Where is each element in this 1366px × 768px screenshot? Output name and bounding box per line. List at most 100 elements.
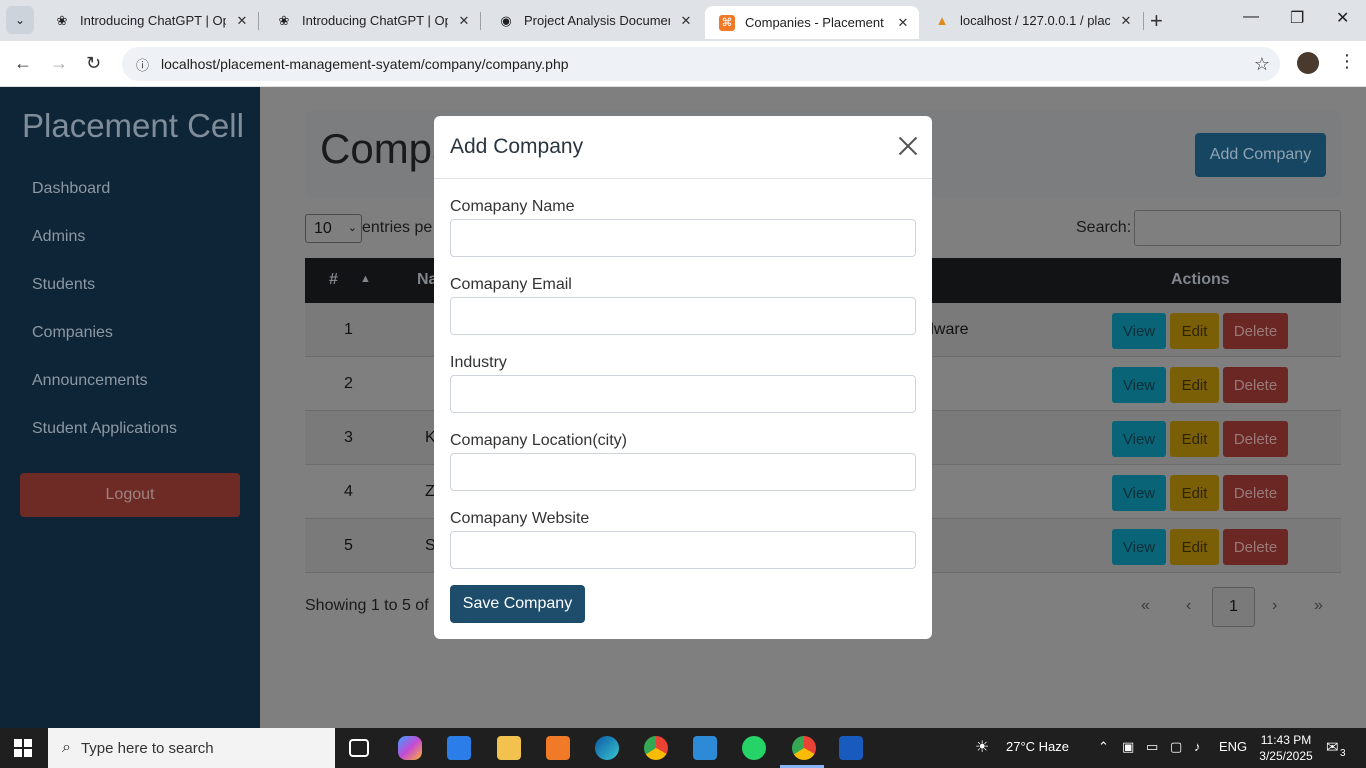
meet-icon[interactable]: ▣: [1122, 739, 1134, 755]
delete-button[interactable]: Delete: [1223, 421, 1288, 457]
edit-button[interactable]: Edit: [1170, 421, 1219, 457]
sort-icon[interactable]: ▲: [360, 273, 371, 285]
close-tab-icon[interactable]: ✕: [234, 13, 250, 29]
pager-last[interactable]: »: [1314, 597, 1323, 615]
pager-prev[interactable]: ‹: [1186, 597, 1191, 615]
sidebar-item-students[interactable]: Students: [32, 276, 95, 294]
openai-icon: ❀: [56, 12, 68, 28]
save-company-button[interactable]: Save Company: [450, 585, 585, 623]
new-tab-icon[interactable]: +: [1150, 8, 1163, 34]
network-icon[interactable]: ▢: [1170, 739, 1182, 755]
site-info-icon[interactable]: ⓘ: [136, 55, 149, 74]
browser-tab-5[interactable]: ▲ localhost / 127.0.0.1 / placement ✕: [920, 0, 1142, 41]
clock[interactable]: 11:43 PM 3/25/2025: [1250, 732, 1322, 764]
forward-icon[interactable]: →: [50, 53, 68, 74]
sidebar-item-admins[interactable]: Admins: [32, 228, 85, 246]
vscode-icon[interactable]: [693, 736, 717, 760]
windows-start-icon[interactable]: [14, 739, 32, 757]
browser-tab-active[interactable]: ⌘ Companies - Placement Cell ✕: [705, 6, 919, 39]
tab-title: localhost / 127.0.0.1 / placement: [960, 13, 1110, 28]
edit-button[interactable]: Edit: [1170, 367, 1219, 403]
chrome-profile-icon[interactable]: [792, 736, 816, 760]
sidebar-item-companies[interactable]: Companies: [32, 324, 113, 342]
taskbar-search-input[interactable]: ⌕ Type here to search: [48, 728, 335, 768]
chevron-up-icon[interactable]: ⌃: [1098, 739, 1109, 755]
whatsapp-icon[interactable]: [742, 736, 766, 760]
view-button[interactable]: View: [1112, 475, 1166, 511]
profile-avatar[interactable]: [1297, 52, 1319, 74]
search-input[interactable]: [1134, 210, 1341, 246]
language-indicator[interactable]: ENG: [1219, 739, 1247, 754]
add-company-button[interactable]: Add Company: [1195, 133, 1326, 177]
view-button[interactable]: View: [1112, 421, 1166, 457]
browser-tab-2[interactable]: ❀ Introducing ChatGPT | OpenAI ✕: [262, 0, 480, 41]
task-view-icon[interactable]: [349, 739, 369, 757]
company-location-label: Comapany Location(city): [450, 432, 627, 449]
pager-first[interactable]: «: [1141, 597, 1150, 615]
sidebar-item-announcements[interactable]: Announcements: [32, 372, 148, 390]
weather-text[interactable]: 27°C Haze: [1006, 739, 1069, 754]
weather-icon[interactable]: ☀: [975, 737, 989, 757]
close-tab-icon[interactable]: ✕: [1118, 13, 1134, 29]
menu-icon[interactable]: ⋮: [1338, 51, 1356, 72]
close-window-icon[interactable]: ✕: [1336, 8, 1349, 28]
sidebar-item-dashboard[interactable]: Dashboard: [32, 180, 110, 198]
logout-button[interactable]: Logout: [20, 473, 240, 517]
add-company-modal: Add Company Comapany Name Comapany Email…: [434, 116, 932, 639]
delete-button[interactable]: Delete: [1223, 313, 1288, 349]
view-button[interactable]: View: [1112, 313, 1166, 349]
tab-search-icon[interactable]: ⌄: [6, 6, 34, 34]
battery-icon[interactable]: ▭: [1146, 739, 1158, 755]
view-button[interactable]: View: [1112, 529, 1166, 565]
close-tab-icon[interactable]: ✕: [456, 13, 472, 29]
url-text: localhost/placement-management-syatem/co…: [161, 56, 569, 72]
search-label: Search:: [1076, 219, 1132, 236]
edge-icon[interactable]: [595, 736, 619, 760]
tab-title: Introducing ChatGPT | OpenAI: [80, 13, 226, 28]
view-button[interactable]: View: [1112, 367, 1166, 403]
entries-select[interactable]: 10 ⌄: [305, 214, 362, 243]
showing-info: Showing 1 to 5 of: [305, 597, 429, 614]
delete-button[interactable]: Delete: [1223, 475, 1288, 511]
close-icon[interactable]: [896, 134, 920, 158]
bookmark-star-icon[interactable]: ☆: [1254, 54, 1270, 75]
store-icon[interactable]: [447, 736, 471, 760]
chrome-icon[interactable]: [644, 736, 668, 760]
url-input[interactable]: ⓘ localhost/placement-management-syatem/…: [122, 47, 1280, 81]
minimize-icon[interactable]: —: [1243, 8, 1259, 26]
row-number: 4: [344, 483, 353, 500]
delete-button[interactable]: Delete: [1223, 529, 1288, 565]
edit-button[interactable]: Edit: [1170, 475, 1219, 511]
volume-icon[interactable]: ♪: [1194, 739, 1201, 754]
browser-tab-1[interactable]: ❀ Introducing ChatGPT | OpenAI ✕: [40, 0, 258, 41]
edit-button[interactable]: Edit: [1170, 529, 1219, 565]
company-email-input[interactable]: [450, 297, 916, 335]
delete-button[interactable]: Delete: [1223, 367, 1288, 403]
industry-input[interactable]: [450, 375, 916, 413]
company-location-input[interactable]: [450, 453, 916, 491]
reload-icon[interactable]: ↻: [86, 53, 101, 74]
company-email-label: Comapany Email: [450, 276, 572, 293]
browser-tab-3[interactable]: ◉ Project Analysis Documentation ✕: [484, 0, 702, 41]
close-tab-icon[interactable]: ✕: [678, 13, 694, 29]
sidebar-item-student-applications[interactable]: Student Applications: [32, 420, 177, 438]
file-explorer-icon[interactable]: [497, 736, 521, 760]
pager-current[interactable]: 1: [1212, 587, 1255, 627]
xampp-icon[interactable]: [546, 736, 570, 760]
close-tab-icon[interactable]: ✕: [895, 15, 911, 31]
tab-title: Project Analysis Documentation: [524, 13, 670, 28]
column-header-number[interactable]: #: [329, 271, 338, 289]
pager-next[interactable]: ›: [1272, 597, 1277, 615]
taskbar: ⌕ Type here to search ☀ 27°C Haze ⌃ ▣ ▭ …: [0, 728, 1366, 768]
copilot-icon[interactable]: [398, 736, 422, 760]
company-website-input[interactable]: [450, 531, 916, 569]
restore-icon[interactable]: ❐: [1290, 8, 1304, 28]
phpmyadmin-icon: ▲: [935, 13, 949, 28]
back-icon[interactable]: ←: [14, 53, 32, 74]
search-placeholder: Type here to search: [80, 739, 214, 757]
word-icon[interactable]: [839, 736, 863, 760]
clock-time: 11:43 PM: [1260, 733, 1312, 747]
edit-button[interactable]: Edit: [1170, 313, 1219, 349]
notification-icon[interactable]: ✉: [1326, 738, 1339, 756]
company-name-input[interactable]: [450, 219, 916, 257]
